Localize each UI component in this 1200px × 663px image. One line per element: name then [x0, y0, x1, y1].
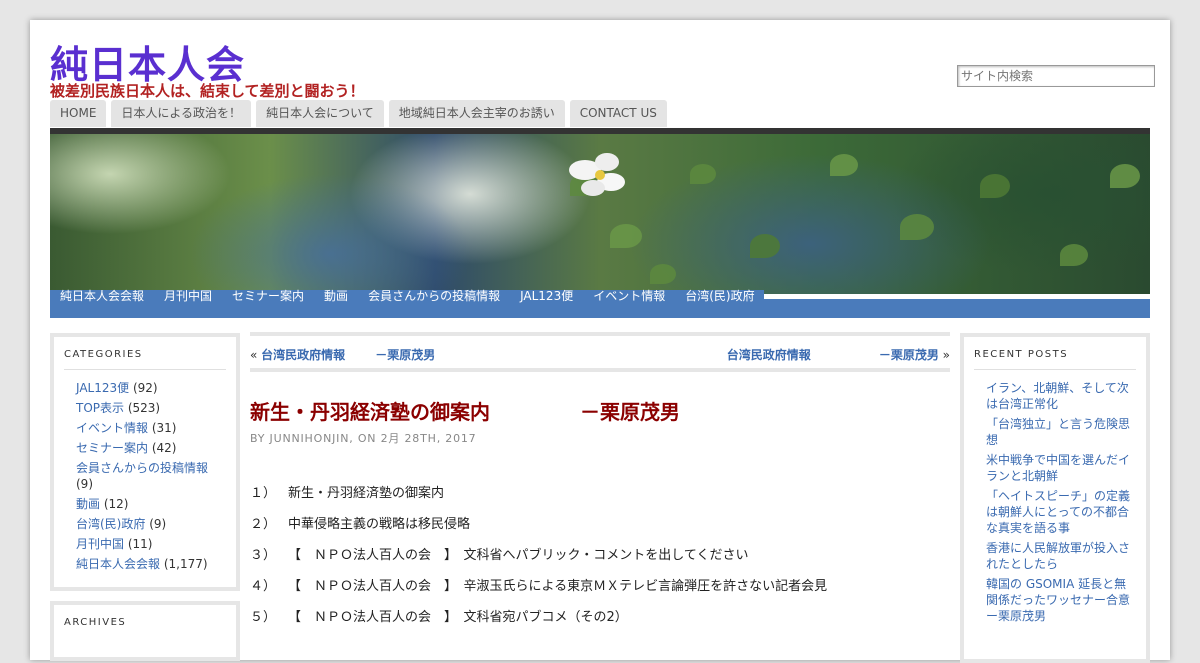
recent-posts-list: イラン、北朝鮮、そして次は台湾正常化 「台湾独立」と言う危険思想 米中戦争で中国… [986, 380, 1178, 624]
item-number: ４） [250, 579, 277, 594]
category-navigation: 純日本人会会報 月刊中国 セミナー案内 動画 会員さんからの投稿情報 JAL12… [50, 290, 1150, 318]
rose-flower-icon [569, 153, 625, 196]
top-navigation: HOME 日本人による政治を！ 純日本人会について 地域純日本人会主宰のお誘い … [50, 100, 672, 127]
archives-widget: ARCHIVES [50, 601, 240, 661]
category-link-top[interactable]: TOP表示 [76, 401, 124, 415]
list-item: JAL123便 (92) [76, 380, 216, 396]
list-item: TOP表示 (523) [76, 400, 216, 416]
prev-arrow-icon: « [250, 348, 258, 362]
category-count: (1,177) [163, 557, 208, 571]
list-item: ３） 【 ＮＰＯ法人百人の会 】 文科省へパブリック・コメントを出してください [250, 548, 827, 564]
cat-nav-member-posts[interactable]: 会員さんからの投稿情報 [358, 290, 510, 318]
nav-tab-regional[interactable]: 地域純日本人会主宰のお誘い [388, 100, 565, 127]
list-item: ５） 【 ＮＰＯ法人百人の会 】 文科省宛パブコメ（その2） [250, 610, 827, 626]
category-link-member-posts[interactable]: 会員さんからの投稿情報 [76, 461, 208, 475]
categories-widget: CATEGORIES JAL123便 (92) TOP表示 (523) イベント… [50, 333, 240, 591]
post-title[interactable]: 新生・丹羽経済塾の御案内 －栗原茂男 [250, 396, 680, 425]
list-item: イベント情報 (31) [76, 420, 216, 436]
category-count: (9) [149, 517, 167, 531]
list-item: ４） 【 ＮＰＯ法人百人の会 】 辛淑玉氏らによる東京ＭＸテレビ言論弾圧を許さない… [250, 579, 827, 595]
recent-post-link[interactable]: 「台湾独立」と言う危険思想 [986, 417, 1130, 447]
category-count: (92) [132, 381, 158, 395]
item-number: ５） [250, 610, 277, 625]
category-link-events[interactable]: イベント情報 [76, 421, 148, 435]
post-title-author: －栗原茂男 [580, 400, 680, 424]
item-number: ３） [250, 548, 277, 563]
category-count: (9) [76, 477, 93, 491]
item-text: 【 ＮＰＯ法人百人の会 】 辛淑玉氏らによる東京ＭＸテレビ言論弾圧を許さない記者… [288, 579, 828, 594]
list-item: 「台湾独立」と言う危険思想 [986, 416, 1136, 448]
prev-link-part-b: －栗原茂男 [375, 348, 436, 362]
recent-posts-widget: RECENT POSTS イラン、北朝鮮、そして次は台湾正常化 「台湾独立」と言… [960, 333, 1178, 663]
category-link-bulletin[interactable]: 純日本人会会報 [76, 557, 160, 571]
cat-nav-bulletin[interactable]: 純日本人会会報 [50, 290, 154, 318]
next-arrow-icon: » [942, 348, 950, 362]
nav-tab-contact[interactable]: CONTACT US [569, 100, 667, 127]
category-count: (42) [151, 441, 177, 455]
item-text: 【 ＮＰＯ法人百人の会 】 文科省宛パブコメ（その2） [288, 610, 628, 625]
nav-tab-home[interactable]: HOME [50, 100, 107, 127]
post-title-main: 新生・丹羽経済塾の御案内 [250, 400, 490, 424]
category-link-jal123[interactable]: JAL123便 [76, 381, 129, 395]
cat-nav-taiwan[interactable]: 台湾(民)政府 [675, 290, 764, 318]
previous-post-link[interactable]: 台湾民政府情報 －栗原茂男 [261, 348, 435, 362]
recent-posts-heading: RECENT POSTS [974, 337, 1136, 370]
list-item: セミナー案内 (42) [76, 440, 216, 456]
list-item: イラン、北朝鮮、そして次は台湾正常化 [986, 380, 1136, 412]
list-item: 会員さんからの投稿情報 (9) [76, 460, 216, 492]
cat-nav-jal123[interactable]: JAL123便 [510, 290, 583, 318]
list-item: 韓国の GSOMIA 延長と無関係だったワッセナー合意 ー栗原茂男 [986, 576, 1178, 624]
item-text: 新生・丹羽経済塾の御案内 [288, 486, 445, 501]
post-navigation: « 台湾民政府情報 －栗原茂男 台湾民政府情報 －栗原茂男 » [250, 332, 950, 372]
item-text: 中華侵略主義の戦略は移民侵略 [288, 517, 471, 532]
nav-tab-politics[interactable]: 日本人による政治を！ [111, 100, 252, 127]
cat-nav-video[interactable]: 動画 [314, 290, 358, 318]
category-count: (12) [103, 497, 129, 511]
recent-post-link[interactable]: 香港に人民解放軍が投入されたとしたら [986, 541, 1130, 571]
list-item: 台湾(民)政府 (9) [76, 516, 216, 532]
item-number: １） [250, 486, 277, 501]
list-item: ２） 中華侵略主義の戦略は移民侵略 [250, 517, 827, 533]
prev-link-part-a: 台湾民政府情報 [261, 348, 346, 362]
header-banner-image [50, 134, 1150, 294]
search-input[interactable] [957, 65, 1155, 87]
list-item: １） 新生・丹羽経済塾の御案内 [250, 486, 827, 502]
next-post-link[interactable]: 台湾民政府情報 －栗原茂男 [727, 348, 939, 362]
list-item: 動画 (12) [76, 496, 216, 512]
list-item: 月刊中国 (11) [76, 536, 216, 552]
next-post-nav: 台湾民政府情報 －栗原茂男 » [727, 346, 950, 363]
category-count: (523) [127, 401, 161, 415]
recent-post-link[interactable]: イラン、北朝鮮、そして次は台湾正常化 [986, 381, 1129, 411]
recent-post-link[interactable]: 「ヘイトスピーチ」の定義は朝鮮人にとっての不都合な真実を語る事 [986, 489, 1130, 535]
category-count: (31) [151, 421, 177, 435]
recent-post-link[interactable]: 米中戦争で中国を選んだイランと北朝鮮 [986, 453, 1130, 483]
list-item: 純日本人会会報 (1,177) [76, 556, 216, 572]
list-item: 米中戦争で中国を選んだイランと北朝鮮 [986, 452, 1136, 484]
next-link-part-b: －栗原茂男 [878, 348, 939, 362]
cat-nav-events[interactable]: イベント情報 [583, 290, 675, 318]
list-item: 「ヘイトスピーチ」の定義は朝鮮人にとっての不都合な真実を語る事 [986, 488, 1136, 536]
archives-heading: ARCHIVES [64, 617, 127, 628]
category-count: (11) [127, 537, 153, 551]
item-text: 【 ＮＰＯ法人百人の会 】 文科省へパブリック・コメントを出してください [288, 548, 749, 563]
cat-nav-seminar[interactable]: セミナー案内 [222, 290, 314, 318]
category-link-video[interactable]: 動画 [76, 497, 100, 511]
next-link-part-a: 台湾民政府情報 [726, 348, 811, 362]
post-byline: BY JUNNIHONJIN, ON 2月 28TH, 2017 [250, 432, 477, 445]
item-number: ２） [250, 517, 277, 532]
previous-post-nav: « 台湾民政府情報 －栗原茂男 [250, 346, 435, 363]
category-link-monthly-china[interactable]: 月刊中国 [76, 537, 124, 551]
page-wrapper: 純日本人会 被差別民族日本人は、結束して差別と闘おう！ HOME 日本人による政… [30, 20, 1178, 663]
recent-post-link[interactable]: 韓国の GSOMIA 延長と無関係だったワッセナー合意 ー栗原茂男 [986, 577, 1178, 623]
list-item: 香港に人民解放軍が投入されたとしたら [986, 540, 1136, 572]
category-link-seminar[interactable]: セミナー案内 [76, 441, 148, 455]
categories-list: JAL123便 (92) TOP表示 (523) イベント情報 (31) セミナ… [76, 380, 216, 572]
cat-nav-monthly-china[interactable]: 月刊中国 [154, 290, 222, 318]
category-link-taiwan[interactable]: 台湾(民)政府 [76, 517, 145, 531]
nav-tab-about[interactable]: 純日本人会について [256, 100, 384, 127]
site-description: 被差別民族日本人は、結束して差別と闘おう！ [50, 82, 365, 100]
categories-heading: CATEGORIES [64, 337, 226, 370]
post-contents-list: １） 新生・丹羽経済塾の御案内 ２） 中華侵略主義の戦略は移民侵略 ３） 【 ＮＰＯ法… [250, 486, 827, 641]
